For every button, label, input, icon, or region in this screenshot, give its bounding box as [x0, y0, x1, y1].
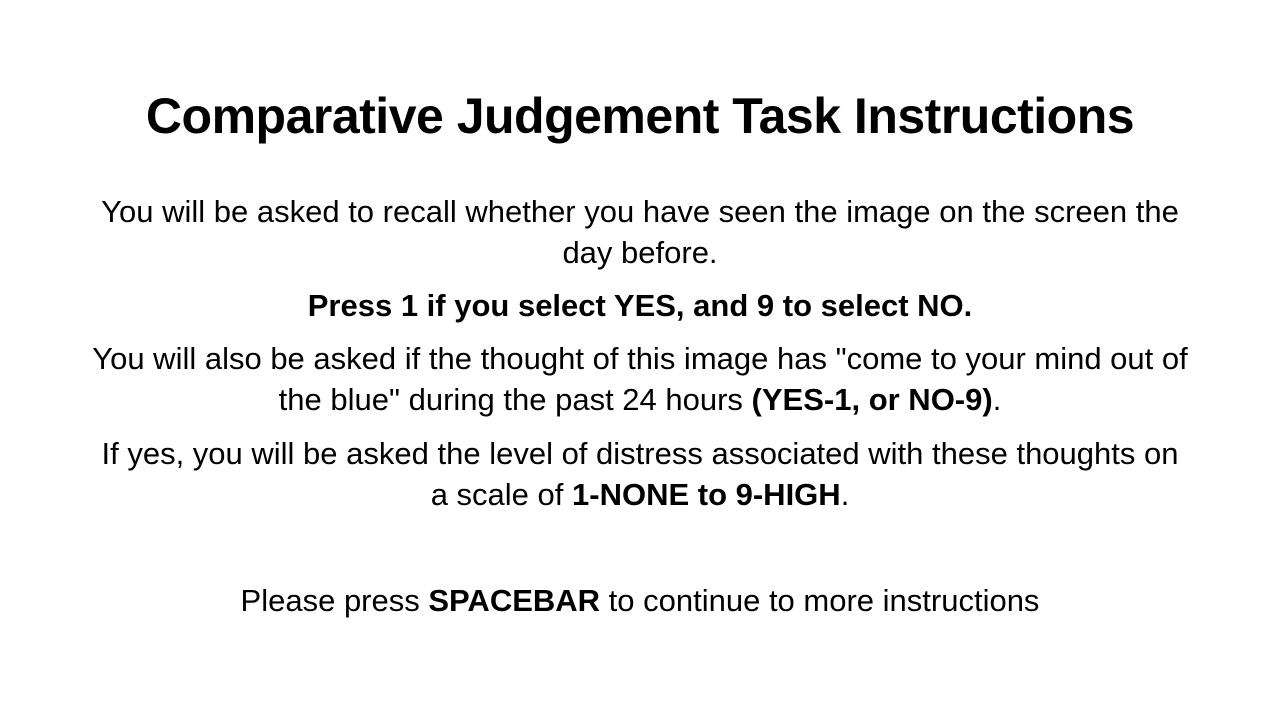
distress-instruction-end: . [840, 477, 850, 512]
intrusion-response-keys: (YES-1, or NO-9) [751, 382, 993, 417]
continue-prompt-suffix: to continue to more instructions [600, 583, 1040, 618]
intrusion-instruction-end: . [992, 382, 1002, 417]
intrusion-instruction: You will also be asked if the thought of… [90, 338, 1190, 420]
intrusion-instruction-text: You will also be asked if the thought of… [92, 341, 1188, 417]
page-title: Comparative Judgement Task Instructions [145, 88, 1135, 144]
distress-scale: 1-NONE to 9-HIGH [572, 477, 841, 512]
instruction-screen: Comparative Judgement Task Instructions … [0, 0, 1280, 720]
continue-prompt-prefix: Please press [240, 583, 429, 618]
spacebar-key-label: SPACEBAR [428, 583, 601, 618]
continue-prompt: Please press SPACEBAR to continue to mor… [90, 580, 1190, 621]
distress-instruction: If yes, you will be asked the level of d… [90, 433, 1190, 515]
recall-instruction: You will be asked to recall whether you … [101, 194, 1179, 270]
response-keys-instruction: Press 1 if you select YES, and 9 to sele… [307, 288, 973, 323]
